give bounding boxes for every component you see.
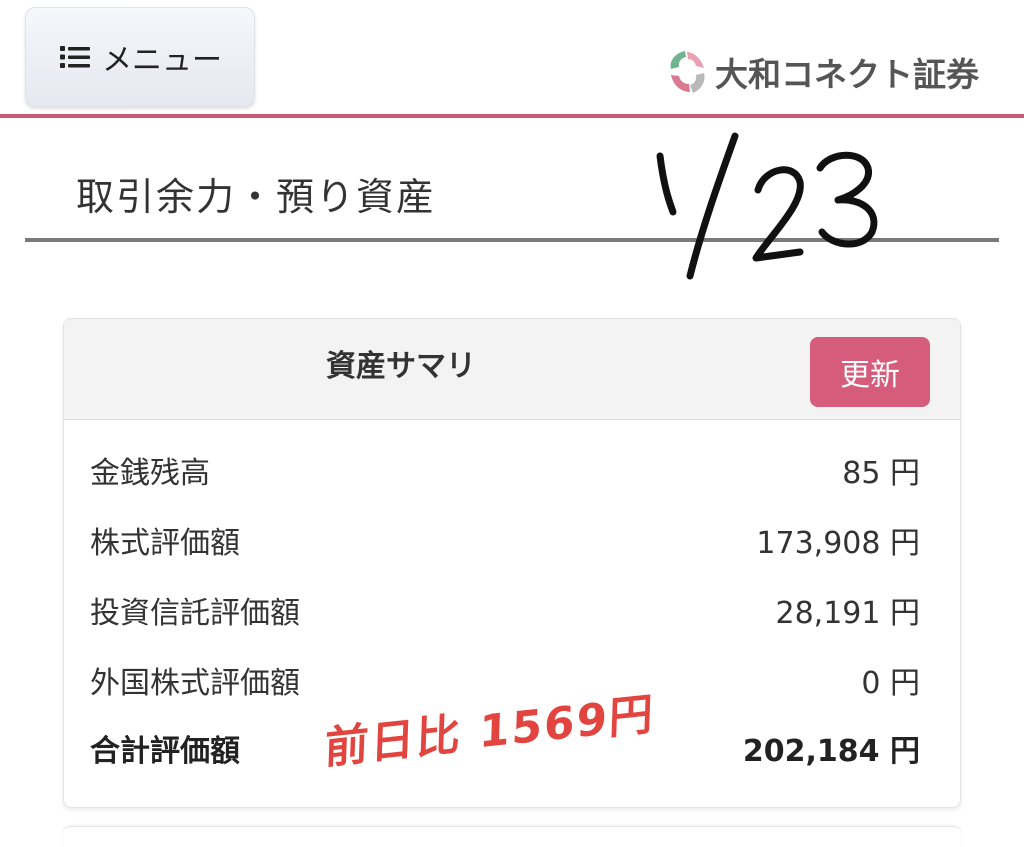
page-title: 取引余力・預り資産 (76, 175, 437, 219)
menu-button[interactable]: メニュー (25, 7, 255, 107)
row-label: 株式評価額 (90, 526, 240, 561)
row-label: 外国株式評価額 (90, 666, 300, 701)
row-value: 28,191 円 (775, 596, 920, 631)
handwritten-date (640, 128, 890, 284)
menu-label: メニュー (102, 43, 222, 78)
row-value: 173,908 円 (756, 526, 920, 561)
row-label: 金銭残高 (90, 456, 210, 491)
row-label: 投資信託評価額 (90, 596, 300, 631)
row-value: 85 円 (842, 456, 920, 491)
brand-mark-icon (670, 51, 705, 93)
card-header: 資産サマリ 更新 (64, 319, 960, 420)
row-fund-valuation: 投資信託評価額 28,191 円 (90, 585, 920, 635)
row-value: 202,184 円 (742, 734, 920, 769)
brand-logo: 大和コネクト証券 (663, 44, 979, 100)
next-card-edge (63, 826, 961, 847)
card-title: 資産サマリ (326, 349, 476, 384)
header-divider (0, 114, 1024, 118)
row-value: 0 円 (861, 666, 920, 701)
brand-name: 大和コネクト証券 (715, 55, 979, 94)
row-label: 合計評価額 (90, 734, 240, 769)
list-icon (60, 46, 90, 68)
row-cash-balance: 金銭残高 85 円 (90, 445, 920, 495)
refresh-button[interactable]: 更新 (810, 337, 930, 407)
row-stock-valuation: 株式評価額 173,908 円 (90, 515, 920, 565)
